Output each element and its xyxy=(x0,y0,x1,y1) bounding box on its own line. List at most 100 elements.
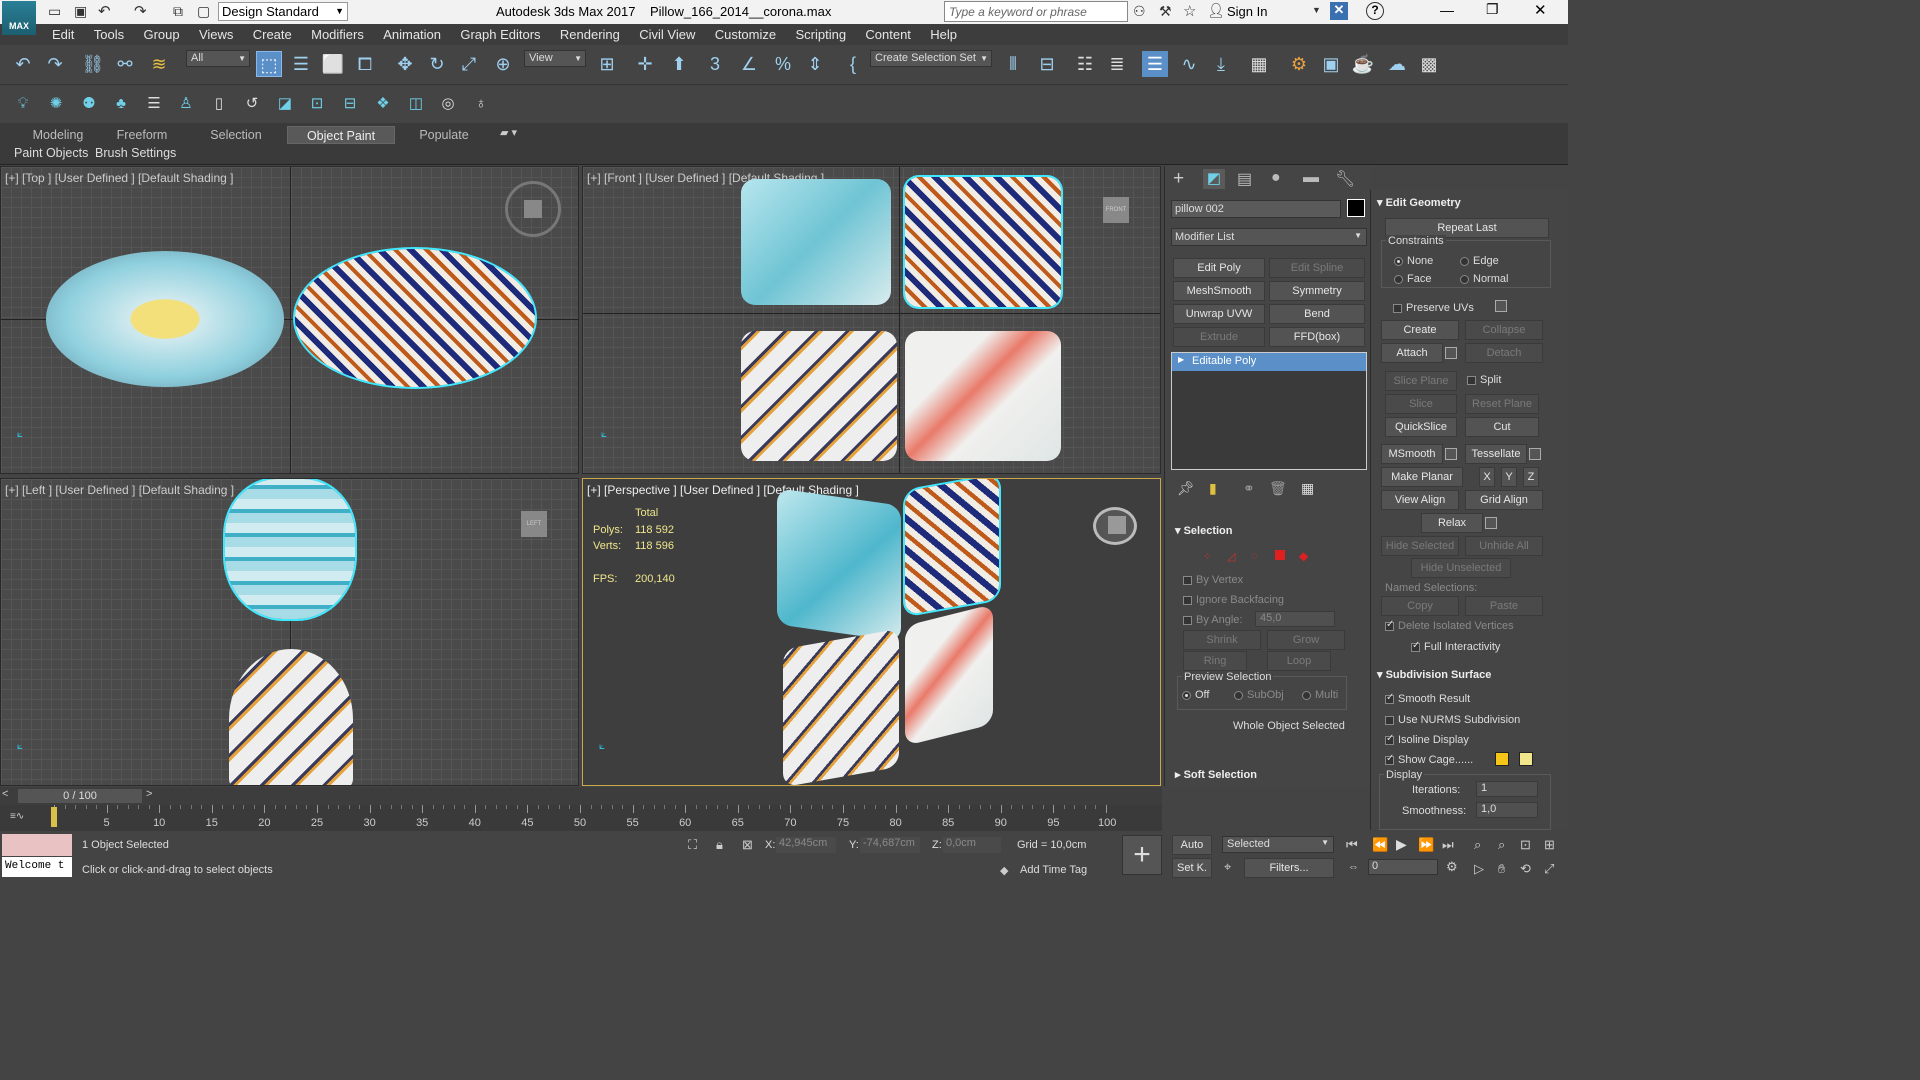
workspace-dropdown[interactable]: Design Standard ▼ xyxy=(218,2,348,21)
previous-frame-icon[interactable]: ⏪ xyxy=(1372,837,1388,853)
field-of-view-icon[interactable]: ▷ xyxy=(1474,861,1484,877)
folder-icon[interactable]: ▢ xyxy=(197,3,210,20)
percent-snap-icon[interactable]: % xyxy=(770,51,796,77)
window-icon[interactable]: ⊟ xyxy=(339,93,361,115)
time-tag-icon[interactable]: ◆ xyxy=(1000,864,1008,877)
show-cage-checkbox[interactable]: Show Cage...... xyxy=(1385,753,1473,766)
redo-icon[interactable]: ↷ xyxy=(42,51,68,77)
by-vertex-box[interactable] xyxy=(1183,575,1192,585)
menu-civil-view[interactable]: Civil View xyxy=(631,24,703,45)
preview-subobj-dot[interactable] xyxy=(1234,690,1243,700)
menu-content[interactable]: Content xyxy=(857,24,919,45)
pillow-front-3[interactable] xyxy=(741,331,897,461)
viewport-label[interactable]: [+] [Top ] [User Defined ] [Default Shad… xyxy=(5,171,233,185)
viewport-left[interactable]: [+] [Left ] [User Defined ] [Default Sha… xyxy=(0,478,579,786)
isoline-display-box[interactable] xyxy=(1385,733,1394,745)
preserve-uvs-box[interactable] xyxy=(1393,303,1402,313)
viewport-perspective[interactable]: [+] [Perspective ] [User Defined ] [Defa… xyxy=(582,478,1161,786)
rotate-icon[interactable]: ↻ xyxy=(424,51,450,77)
cage-color-swatch-2[interactable] xyxy=(1519,752,1533,766)
use-nurms-checkbox[interactable]: Use NURMS Subdivision xyxy=(1385,714,1520,726)
slice-plane-button[interactable]: Slice Plane xyxy=(1385,371,1457,391)
time-next-button[interactable]: > xyxy=(146,788,152,800)
smooth-result-checkbox[interactable]: Smooth Result xyxy=(1385,692,1470,705)
place-icon[interactable]: ⊕ xyxy=(490,51,516,77)
object-color-swatch[interactable] xyxy=(1347,199,1365,217)
project-icon[interactable]: ⧉ xyxy=(173,3,183,20)
loop-button[interactable]: Loop xyxy=(1267,651,1331,671)
vertex-mode-icon[interactable]: ⁘ xyxy=(1203,550,1212,563)
light-icon[interactable]: 💡︎ xyxy=(12,93,34,115)
go-to-end-icon[interactable]: ⏭ xyxy=(1442,837,1454,853)
view-align-button[interactable]: View Align xyxy=(1381,490,1459,510)
menu-customize[interactable]: Customize xyxy=(707,24,784,45)
attach-button[interactable]: Attach xyxy=(1381,343,1443,363)
grow-button[interactable]: Grow xyxy=(1267,630,1345,650)
angle-snap-icon[interactable]: ∠ xyxy=(736,51,762,77)
a360-gallery-icon[interactable]: ▩ xyxy=(1416,51,1442,77)
absolute-mode-icon[interactable]: ⊠ xyxy=(742,837,753,853)
unhide-all-button[interactable]: Unhide All xyxy=(1465,536,1543,556)
tools-icon[interactable]: ⚒ xyxy=(1159,3,1172,20)
x-coordinate-field[interactable]: 42,945cm xyxy=(776,837,836,853)
viewport-front[interactable]: [+] [Front ] [User Defined ] [Default Sh… xyxy=(582,166,1161,474)
constraint-normal-dot[interactable] xyxy=(1460,274,1469,284)
pillow-front-1[interactable] xyxy=(741,179,891,305)
preview-off-radio[interactable]: Off xyxy=(1182,689,1209,701)
scene-explorer-icon[interactable]: ☷ xyxy=(1072,51,1098,77)
curve-editor-mini-icon[interactable]: ≡∿ xyxy=(10,811,24,822)
paint-objects-panel[interactable]: Paint Objects xyxy=(14,146,88,160)
constraint-edge-radio[interactable]: Edge xyxy=(1460,255,1499,267)
eye-icon[interactable]: ◎ xyxy=(437,93,459,115)
photo-icon[interactable]: ◪ xyxy=(274,93,296,115)
collapse-button[interactable]: Collapse xyxy=(1465,320,1543,340)
y-coordinate-field[interactable]: -74,687cm xyxy=(860,837,920,853)
preview-multi-dot[interactable] xyxy=(1302,690,1311,700)
menu-views[interactable]: Views xyxy=(191,24,241,45)
selection-set-dropdown[interactable]: Create Selection Set ▼ xyxy=(870,50,992,67)
menu-scripting[interactable]: Scripting xyxy=(787,24,854,45)
display-tab-icon[interactable]: ▬ xyxy=(1303,169,1319,187)
zoom-all-icon[interactable]: ⌕ xyxy=(1498,837,1505,853)
constraint-edge-dot[interactable] xyxy=(1460,256,1469,266)
create-tab-icon[interactable]: + xyxy=(1173,168,1184,190)
set-key-icon[interactable]: + xyxy=(1122,835,1162,875)
tab-populate[interactable]: Populate xyxy=(404,126,484,144)
zoom-extents-icon[interactable]: ⊡ xyxy=(1520,837,1531,853)
modify-tab-icon[interactable]: ◩ xyxy=(1203,169,1225,189)
split-box[interactable] xyxy=(1467,375,1476,385)
zoom-icon[interactable]: ⌕ xyxy=(1474,837,1481,853)
element-mode-icon[interactable]: ◆ xyxy=(1299,549,1308,563)
hierarchy-tab-icon[interactable]: ▤ xyxy=(1237,169,1252,189)
constraint-face-dot[interactable] xyxy=(1394,274,1403,284)
pillow-top-1[interactable] xyxy=(46,251,284,387)
pin-stack-icon[interactable]: 📌︎ xyxy=(1177,480,1195,497)
tab-modeling[interactable]: Modeling xyxy=(18,126,98,144)
edit-spline-button[interactable]: Edit Spline xyxy=(1269,258,1365,278)
mirror-icon[interactable]: ⫴ xyxy=(1000,51,1026,77)
user-icon[interactable]: 👤︎ xyxy=(1207,2,1225,19)
star-icon[interactable]: ☆ xyxy=(1183,2,1196,20)
attach-list-icon[interactable] xyxy=(1445,347,1457,359)
close-button[interactable]: ✕ xyxy=(1534,1,1547,19)
constraint-none-dot[interactable] xyxy=(1394,256,1403,266)
viewcube-compass-icon[interactable] xyxy=(505,181,561,237)
bend-button[interactable]: Bend xyxy=(1269,304,1365,324)
preview-subobj-radio[interactable]: SubObj xyxy=(1234,689,1284,701)
sun-icon[interactable]: ✺ xyxy=(45,93,67,115)
track-bar[interactable]: ≡∿ 0510152025303540455055606570758085909… xyxy=(0,805,1162,831)
extrude-button[interactable]: Extrude xyxy=(1173,327,1265,347)
tessellate-settings-icon[interactable] xyxy=(1529,448,1541,460)
menu-help[interactable]: Help xyxy=(922,24,965,45)
hide-unselected-button[interactable]: Hide Unselected xyxy=(1411,558,1511,578)
scale-icon[interactable]: ⤢ xyxy=(456,51,482,77)
edit-named-selection-icon[interactable]: { xyxy=(840,51,866,77)
render-setup-icon[interactable]: ⚙ xyxy=(1286,51,1312,77)
object-name-field[interactable]: pillow 002 xyxy=(1171,200,1341,218)
constraint-face-radio[interactable]: Face xyxy=(1394,273,1431,285)
soft-selection-rollout-header[interactable]: ▸ Soft Selection xyxy=(1175,768,1257,781)
key-mode-icon[interactable]: ⇔ xyxy=(1348,861,1359,873)
pillow-front-2-selected[interactable] xyxy=(905,177,1061,307)
ref-coord-dropdown[interactable]: View ▼ xyxy=(524,50,586,67)
make-unique-icon[interactable]: ⚭ xyxy=(1243,480,1255,497)
